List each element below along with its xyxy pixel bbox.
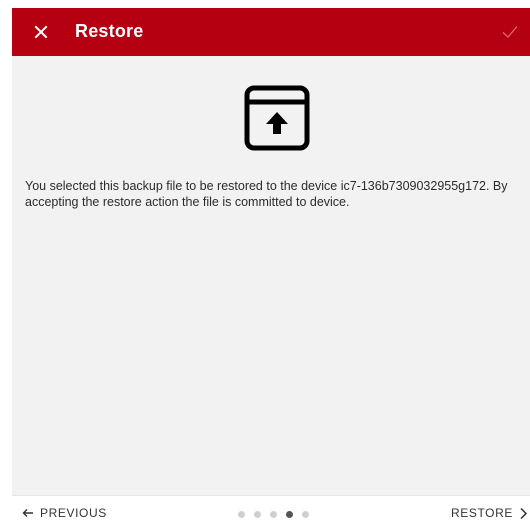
previous-label: PREVIOUS <box>40 506 107 520</box>
restore-label: RESTORE <box>451 506 513 520</box>
dialog-content: You selected this backup file to be rest… <box>12 56 530 495</box>
step-dot <box>238 511 245 518</box>
dialog-header: Restore <box>12 8 530 56</box>
step-indicator <box>238 511 309 518</box>
arrow-left-icon <box>22 509 33 517</box>
dialog-title: Restore <box>75 21 144 41</box>
close-icon <box>34 25 48 39</box>
step-dot <box>254 511 261 518</box>
restore-dialog: Restore You selected this backup file to… <box>12 8 530 524</box>
step-dot <box>270 511 277 518</box>
chevron-right-icon <box>520 507 528 519</box>
step-dot-active <box>286 511 293 518</box>
archive-upload-icon <box>244 85 310 151</box>
previous-button[interactable]: PREVIOUS <box>22 506 107 520</box>
close-button[interactable] <box>28 18 54 46</box>
dialog-footer: PREVIOUS RESTORE <box>12 495 530 524</box>
restore-button[interactable]: RESTORE <box>451 506 528 520</box>
restore-message: You selected this backup file to be rest… <box>25 179 508 209</box>
checkmark-icon <box>502 26 518 38</box>
confirm-button[interactable] <box>498 20 522 44</box>
step-dot <box>302 511 309 518</box>
